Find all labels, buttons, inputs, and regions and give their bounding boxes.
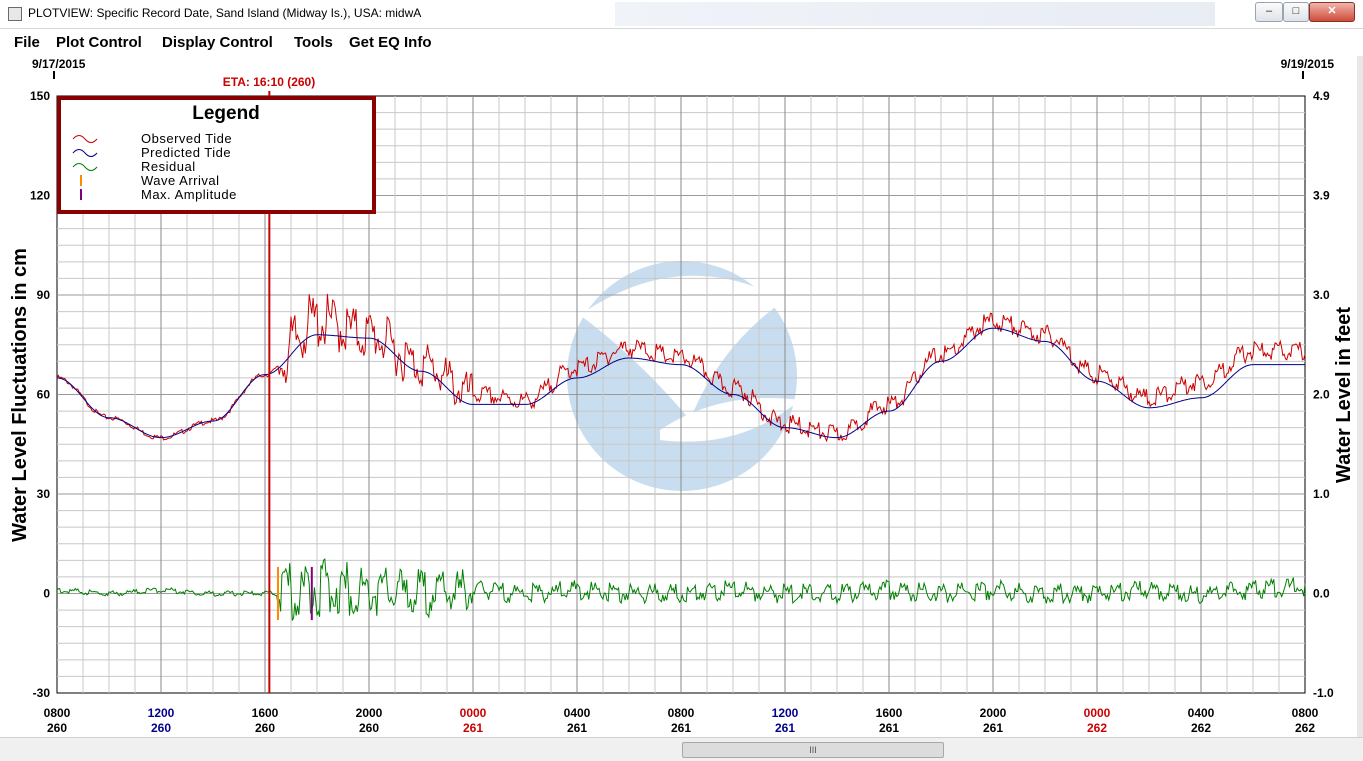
- x-tick-day: 261: [879, 721, 899, 735]
- x-tick-time: 0800: [668, 706, 695, 720]
- x-tick-time: 0800: [44, 706, 71, 720]
- legend-entry-label: Predicted Tide: [141, 145, 231, 160]
- x-tick-day: 262: [1087, 721, 1107, 735]
- x-tick-time: 2000: [980, 706, 1007, 720]
- right-tick-label: 1.0: [1313, 487, 1330, 501]
- legend: Legend Observed TidePredicted TideResidu…: [57, 96, 376, 214]
- x-tick-day: 261: [775, 721, 795, 735]
- x-tick-time: 2000: [356, 706, 383, 720]
- legend-entry-label: Residual: [141, 159, 196, 174]
- right-axis-title: Water Level in feet: [1333, 307, 1355, 483]
- x-tick-time: 0400: [1188, 706, 1215, 720]
- x-tick-day: 261: [567, 721, 587, 735]
- horizontal-scrollbar[interactable]: III: [0, 737, 1363, 761]
- left-tick-label: -30: [33, 686, 51, 700]
- right-tick-label: 3.0: [1313, 288, 1330, 302]
- x-tick-day: 260: [47, 721, 67, 735]
- right-tick-label: -1.0: [1313, 686, 1334, 700]
- tide-chart: 1501209060300-30 4.93.93.02.01.00.0-1.0 …: [9, 57, 1355, 735]
- x-tick-time: 0800: [1292, 706, 1319, 720]
- end-date-label: 9/19/2015: [1281, 57, 1335, 71]
- right-tick-label: 4.9: [1313, 89, 1330, 103]
- left-tick-label: 0: [43, 587, 50, 601]
- x-tick-time: 0000: [460, 706, 487, 720]
- x-tick-day: 262: [1191, 721, 1211, 735]
- left-axis-title: Water Level Fluctuations in cm: [9, 248, 31, 542]
- x-tick-time: 0400: [564, 706, 591, 720]
- left-axis-ticks: 150 120 90 60 30 0 -30: [30, 89, 50, 700]
- legend-entry-label: Wave Arrival: [141, 173, 219, 188]
- x-tick-time: 1600: [876, 706, 903, 720]
- right-axis-ticks: 4.9 3.9 3.0 2.0 1.0 0.0 -1.0: [1313, 89, 1334, 700]
- left-tick-label: 30: [37, 487, 51, 501]
- x-tick-time: 1200: [148, 706, 175, 720]
- scrollbar-thumb[interactable]: III: [682, 742, 944, 758]
- x-tick-day: 260: [359, 721, 379, 735]
- right-tick-label: 0.0: [1313, 587, 1330, 601]
- left-tick-label: 120: [30, 189, 50, 203]
- x-tick-time: 1200: [772, 706, 799, 720]
- x-tick-day: 262: [1295, 721, 1315, 735]
- x-tick-day: 260: [151, 721, 171, 735]
- left-tick-label: 60: [37, 388, 51, 402]
- right-tick-label: 3.9: [1313, 189, 1330, 203]
- x-tick-time: 0000: [1084, 706, 1111, 720]
- left-tick-label: 150: [30, 89, 50, 103]
- legend-entry-label: Observed Tide: [141, 131, 232, 146]
- legend-entry-label: Max. Amplitude: [141, 187, 237, 202]
- vertical-scroll-track[interactable]: [1357, 56, 1363, 737]
- x-tick-day: 260: [255, 721, 275, 735]
- x-tick-day: 261: [983, 721, 1003, 735]
- x-tick-day: 261: [463, 721, 483, 735]
- x-axis-ticks: 0800260120026016002602000260000026104002…: [44, 706, 1319, 735]
- x-tick-time: 1600: [252, 706, 279, 720]
- x-tick-day: 261: [671, 721, 691, 735]
- eta-label: ETA: 16:10 (260): [223, 75, 315, 89]
- right-tick-label: 2.0: [1313, 388, 1330, 402]
- legend-title: Legend: [192, 103, 260, 124]
- left-tick-label: 90: [37, 288, 51, 302]
- start-date-label: 9/17/2015: [32, 57, 86, 71]
